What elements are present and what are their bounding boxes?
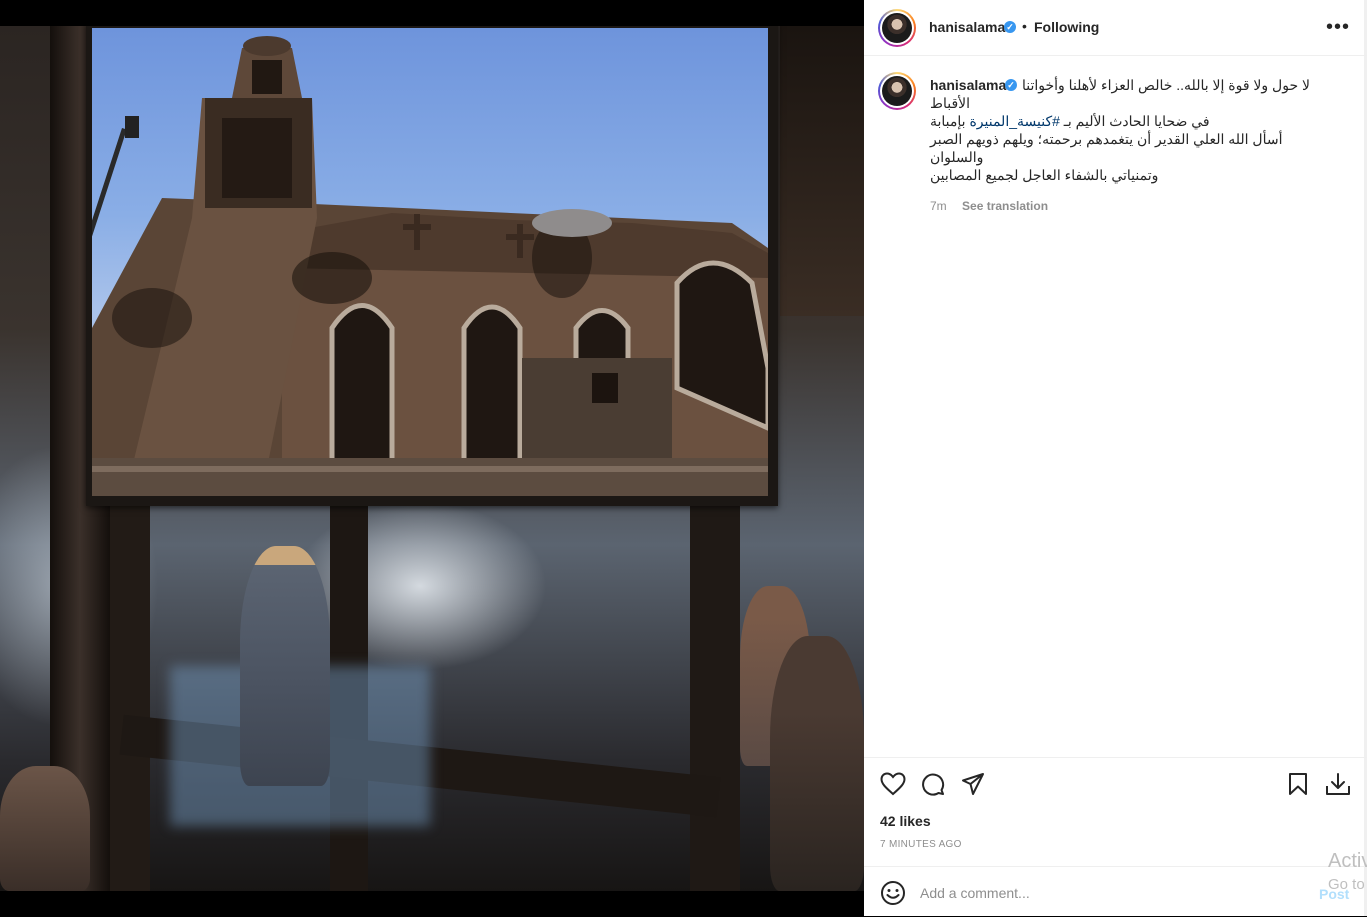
caption-line-3: في ضحايا الحادث الأليم بـ #كنيسة_المنيرة… [930, 113, 1210, 129]
post-timestamp: 7 MINUTES AGO [880, 839, 962, 850]
caption-line-5: والسلوان [930, 149, 984, 165]
bookmark-icon[interactable] [1288, 772, 1308, 796]
see-translation-link[interactable]: See translation [962, 199, 1048, 213]
caption-meta: 7m See translation [930, 199, 1048, 213]
post-caption: لا حول ولا قوة إلا بالله.. خالص العزاء ل… [930, 76, 1310, 184]
post-age: 7m [930, 199, 947, 213]
caption-avatar[interactable] [878, 72, 916, 110]
likes-count[interactable]: 42 likes [880, 813, 931, 829]
following-button[interactable]: Following [1034, 19, 1099, 35]
caption-line-6: وتمنياتي بالشفاء العاجل لجميع المصابين [930, 167, 1159, 183]
header-avatar[interactable] [878, 9, 916, 47]
media-letterbox-top [0, 0, 864, 26]
comment-icon[interactable] [921, 772, 945, 796]
inset-church-photo [86, 22, 778, 506]
post-sidebar: hanisalama ✓ • Following ••• hanisalama … [864, 0, 1367, 916]
action-bar [864, 757, 1367, 758]
media-letterbox-bottom [0, 891, 864, 916]
comment-bar: Post [864, 866, 1367, 917]
emoji-icon[interactable] [880, 880, 906, 906]
post-header: hanisalama ✓ • Following ••• [864, 0, 1367, 56]
header-username[interactable]: hanisalama [929, 19, 1005, 35]
heart-icon[interactable] [880, 772, 906, 796]
share-icon[interactable] [961, 772, 985, 796]
burned-church-illustration [92, 36, 768, 496]
header-separator: • [1022, 18, 1027, 34]
hashtag-link[interactable]: #كنيسة_المنيرة [969, 113, 1059, 129]
post-media[interactable] [0, 0, 864, 916]
verified-badge-icon: ✓ [1004, 21, 1016, 33]
more-options-icon[interactable]: ••• [1326, 17, 1350, 37]
caption-line-1: لا حول ولا قوة إلا بالله.. خالص العزاء ل… [1021, 77, 1310, 93]
caption-line-2: الأقباط [930, 95, 971, 111]
caption-line-4: أسأل الله العلي القدير أن يتغمدهم برحمته… [930, 131, 1283, 147]
comment-input[interactable] [920, 885, 1260, 901]
post-comment-button[interactable]: Post [1319, 886, 1349, 902]
download-icon[interactable] [1325, 771, 1351, 797]
